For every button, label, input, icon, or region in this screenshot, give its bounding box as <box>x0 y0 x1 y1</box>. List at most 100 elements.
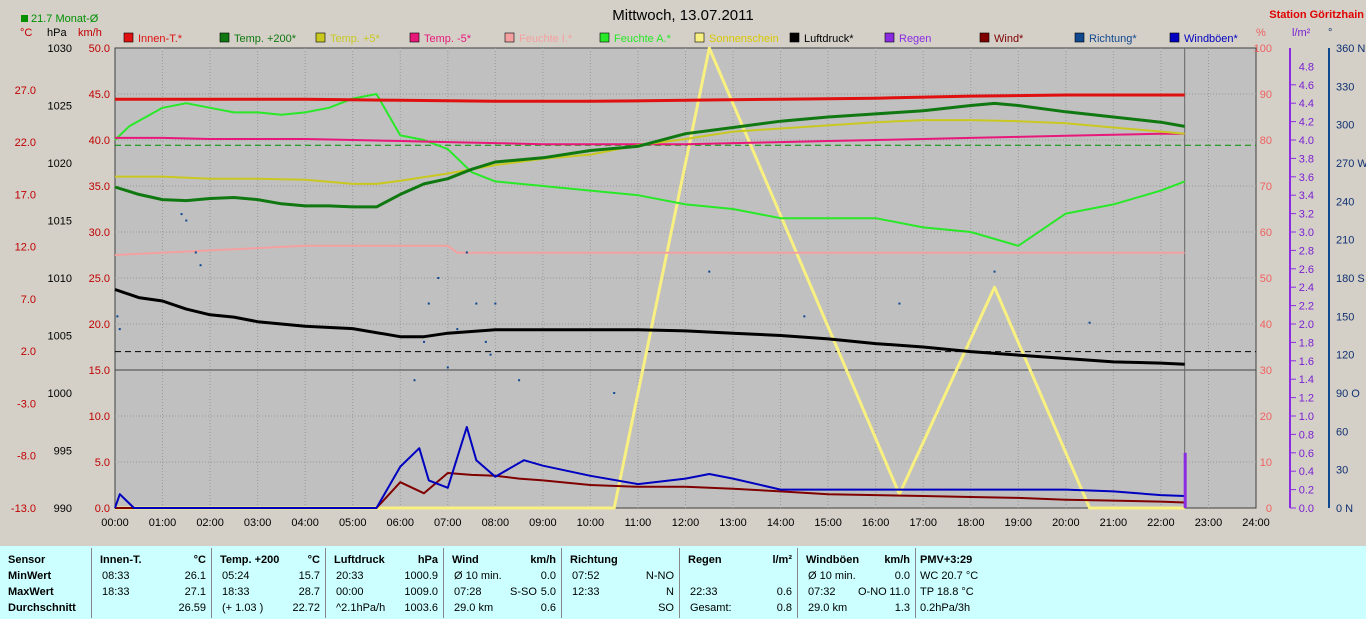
tick-label-celsius: 2.0 <box>21 346 36 358</box>
luftdruck-time: 20:33 <box>336 570 364 582</box>
series-point-richtung <box>413 379 416 382</box>
station-name: Station Göritzhain <box>1269 9 1364 21</box>
tick-label-hpa: 1020 <box>48 158 72 170</box>
legend-swatch <box>789 32 800 43</box>
wind-value: 0.0 <box>540 570 556 582</box>
x-tick-label: 03:00 <box>244 517 272 529</box>
tick-label-hpa: 1030 <box>48 43 72 55</box>
x-tick-label: 15:00 <box>814 517 842 529</box>
series-point-richtung <box>898 302 901 305</box>
regen-unit: l/m² <box>772 554 792 566</box>
month-average-label: 21.7 Monat-Ø <box>31 13 99 25</box>
chart-title: Mittwoch, 13.07.2011 <box>612 7 753 24</box>
series-point-richtung <box>803 315 806 318</box>
windboeen-value: 0.0 <box>894 570 910 582</box>
x-tick-label: 24:00 <box>1242 517 1270 529</box>
unit-kmh: km/h <box>78 27 102 39</box>
x-tick-label: 22:00 <box>1147 517 1175 529</box>
tick-label-rain: 3.4 <box>1299 190 1314 202</box>
pmv-line: WC 20.7 °C <box>920 570 979 582</box>
x-tick-label: 19:00 <box>1005 517 1033 529</box>
wind-value: 0.6 <box>540 602 556 614</box>
tick-label-direction: 60 <box>1336 426 1348 438</box>
series-point-richtung <box>518 379 521 382</box>
tick-label-direction: 240 <box>1336 196 1354 208</box>
innen-value: 27.1 <box>184 586 206 598</box>
wind-time: 07:28 <box>454 586 482 598</box>
legend-swatch <box>1169 32 1180 43</box>
statistics-panel: Sensor MinWert MaxWert Durchschnitt Inne… <box>0 546 1366 619</box>
tick-label-pct: 30 <box>1260 365 1272 377</box>
pmv-header: PMV+3:29 <box>920 554 973 566</box>
tick-label-direction: 270 W <box>1336 158 1366 170</box>
tick-label-rain: 0.0 <box>1299 503 1314 515</box>
temp200-value: 22.72 <box>292 602 320 614</box>
tick-label-kmh: 50.0 <box>89 43 110 55</box>
tick-label-celsius: 22.0 <box>15 137 36 149</box>
x-tick-label: 12:00 <box>672 517 700 529</box>
x-tick-label: 11:00 <box>625 517 652 529</box>
unit-celsius: °C <box>20 27 32 39</box>
tick-label-kmh: 35.0 <box>89 181 110 193</box>
x-tick-label: 09:00 <box>529 517 557 529</box>
x-tick-label: 18:00 <box>957 517 985 529</box>
legend-label: Wind* <box>994 33 1024 45</box>
series-point-richtung <box>185 219 188 222</box>
tick-label-rain: 4.6 <box>1299 80 1314 92</box>
series-point-richtung <box>494 302 497 305</box>
tick-label-direction: 0 N <box>1336 503 1353 515</box>
innen-header: Innen-T. <box>100 554 142 566</box>
innen-value: 26.1 <box>184 570 206 582</box>
regen-time: 22:33 <box>690 586 718 598</box>
wind-time: Ø 10 min. <box>454 570 502 582</box>
x-tick-label: 05:00 <box>339 517 367 529</box>
tick-label-kmh: 45.0 <box>89 89 110 101</box>
legend-label: Feuchte A.* <box>614 33 672 45</box>
luftdruck-value: 1009.0 <box>404 586 438 598</box>
x-tick-label: 08:00 <box>482 517 510 529</box>
series-point-richtung <box>993 270 996 273</box>
tick-label-kmh: 30.0 <box>89 227 110 239</box>
tick-label-direction: 150 <box>1336 311 1354 323</box>
richtung-value: N-NO <box>645 570 674 582</box>
tick-label-hpa: 1000 <box>48 388 72 400</box>
x-tick-label: 16:00 <box>862 517 890 529</box>
windboeen-header: Windböen <box>806 554 860 566</box>
wind-value: 5.0 <box>540 586 556 598</box>
tick-label-rain: 2.0 <box>1299 319 1314 331</box>
innen-unit: °C <box>193 554 206 566</box>
tick-label-kmh: 15.0 <box>89 365 110 377</box>
x-tick-label: 23:00 <box>1195 517 1223 529</box>
luftdruck-value: 1003.6 <box>404 602 438 614</box>
legend-label: Luftdruck* <box>804 33 854 45</box>
windboeen-value: 11.0 <box>889 586 910 598</box>
tick-label-hpa: 1015 <box>48 216 72 228</box>
legend-swatch <box>884 32 895 43</box>
tick-label-rain: 1.0 <box>1299 411 1314 423</box>
tick-label-rain: 4.0 <box>1299 135 1314 147</box>
tick-label-rain: 3.8 <box>1299 153 1314 165</box>
series-point-richtung <box>446 366 449 369</box>
innen-time: 18:33 <box>102 586 130 598</box>
legend-label: Feuchte I.* <box>519 33 573 45</box>
tick-label-rain: 0.8 <box>1299 429 1314 441</box>
temp200-value: 28.7 <box>298 586 320 598</box>
tick-label-celsius: -3.0 <box>17 398 36 410</box>
legend-label: Temp. +200* <box>234 33 297 45</box>
unit-rain: l/m² <box>1292 27 1311 39</box>
series-point-richtung <box>1088 321 1091 324</box>
series-point-richtung <box>613 392 616 394</box>
luftdruck-time: ^2.1hPa/h <box>336 602 386 614</box>
tick-label-rain: 0.6 <box>1299 448 1314 460</box>
tick-label-rain: 3.2 <box>1299 209 1314 221</box>
x-tick-label: 06:00 <box>386 517 414 529</box>
tick-label-kmh: 20.0 <box>89 319 110 331</box>
regen-time: Gesamt: <box>690 602 732 614</box>
legend-label: Temp. +5* <box>330 33 381 45</box>
sensor-column: Sensor MinWert MaxWert Durchschnitt <box>6 546 86 619</box>
tick-label-rain: 4.8 <box>1299 61 1314 73</box>
tick-label-celsius: -13.0 <box>11 503 36 515</box>
unit-degrees: ° <box>1328 27 1332 39</box>
tick-label-celsius: 17.0 <box>15 189 36 201</box>
tick-label-hpa: 990 <box>54 503 72 515</box>
